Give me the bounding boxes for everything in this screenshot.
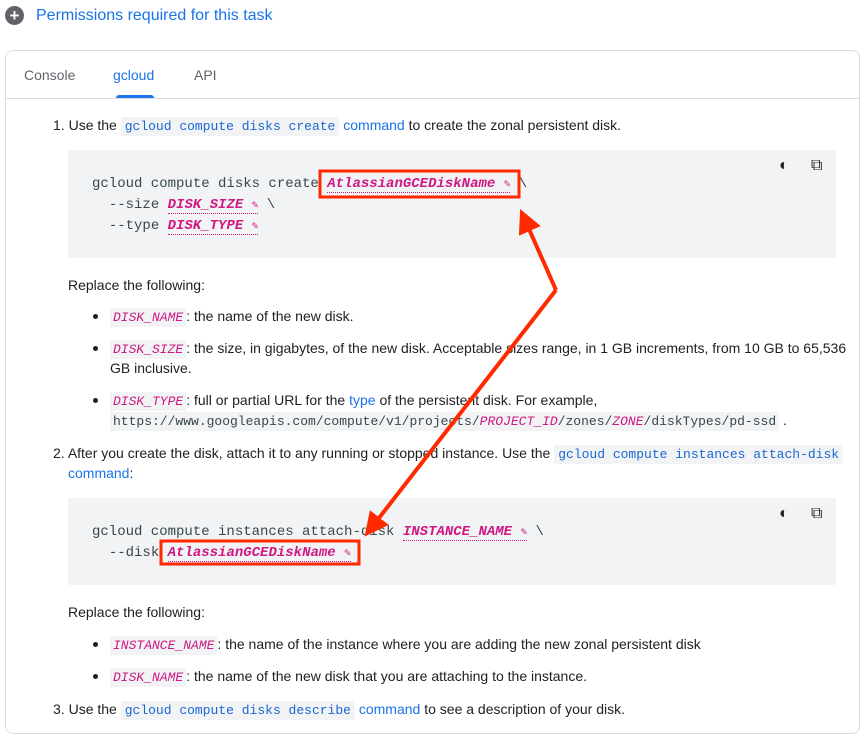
highlight-box — [159, 539, 361, 566]
highlight-box — [318, 169, 521, 199]
arrow — [518, 209, 558, 291]
arrow — [364, 288, 558, 537]
annotation-overlay — [159, 169, 558, 566]
